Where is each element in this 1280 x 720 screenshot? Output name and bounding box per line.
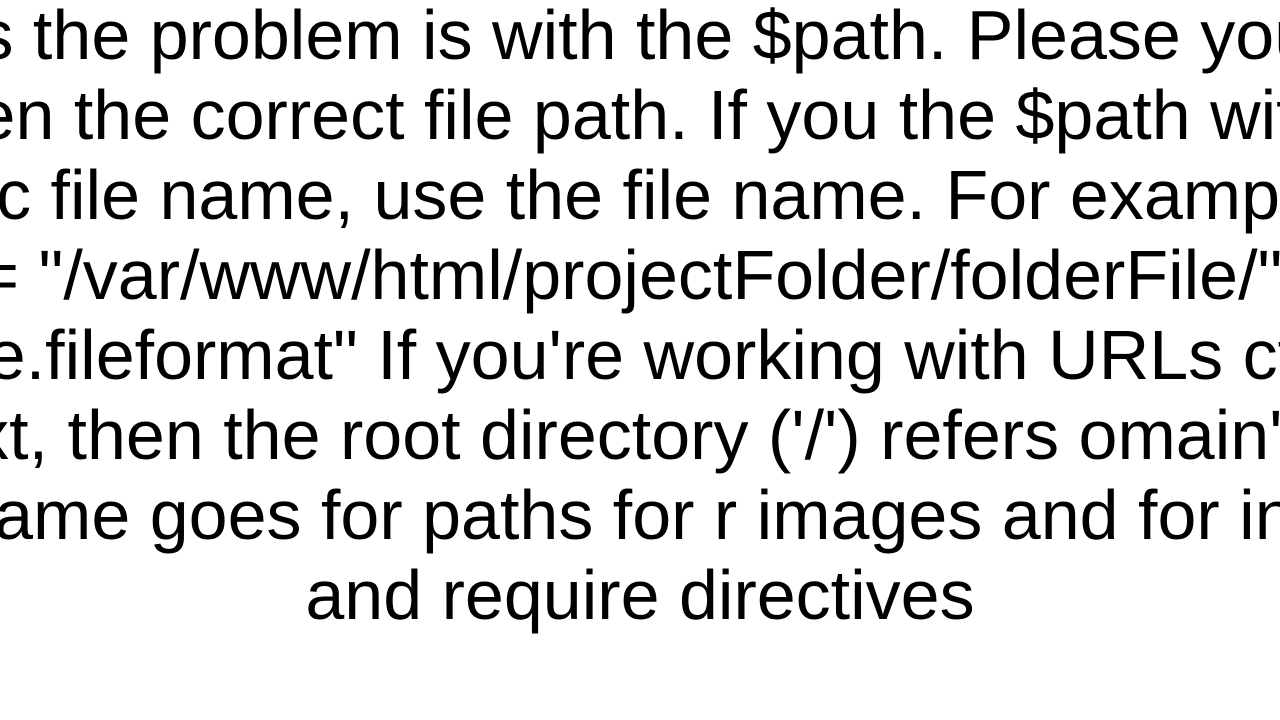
document-body-text: Seems the problem is with the $path. Ple… bbox=[0, 0, 1280, 635]
